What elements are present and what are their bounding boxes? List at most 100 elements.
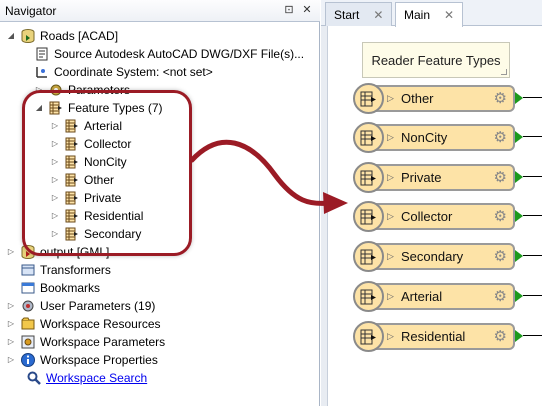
output-port[interactable] <box>515 210 523 222</box>
navigator-pane: Navigator ⊡ ✕ ◢ Roads [ACAD] Source Auto… <box>0 0 320 406</box>
reader-feature-types-bookmark[interactable]: Reader Feature Types <box>362 42 510 78</box>
expander-icon[interactable]: ▷ <box>50 229 60 239</box>
feature-type-body: ▷ Secondary ⚙ <box>375 243 515 270</box>
workspace-resources-icon <box>21 317 35 330</box>
gear-icon[interactable]: ⚙ <box>494 170 507 186</box>
tree-item-workspace-resources[interactable]: ▷ Workspace Resources <box>6 315 161 333</box>
gear-icon[interactable]: ⚙ <box>494 329 507 345</box>
connection-line <box>523 176 542 177</box>
feature-type-collector[interactable]: ▷ Collector ⚙ <box>353 200 542 233</box>
expander-icon[interactable]: ▷ <box>6 301 16 311</box>
resize-grip-icon[interactable] <box>501 69 507 75</box>
feature-type-icon <box>65 227 78 241</box>
tree-item-bookmarks[interactable]: Bookmarks <box>20 279 100 297</box>
close-icon[interactable]: ✕ <box>300 3 314 17</box>
tree-item-source-files[interactable]: Source Autodesk AutoCAD DWG/DXF File(s).… <box>34 45 304 63</box>
dataset-writer-icon <box>21 245 35 260</box>
expander-icon[interactable]: ◢ <box>6 31 16 41</box>
expand-chevron-icon[interactable]: ▷ <box>387 93 394 104</box>
output-port[interactable] <box>515 131 523 143</box>
tree-item-label: Workspace Parameters <box>40 335 166 349</box>
workspace-parameters-icon <box>21 335 35 349</box>
tree-item-feature-residential[interactable]: ▷ Residential <box>50 207 143 225</box>
tree-item-label: Parameters <box>68 83 131 97</box>
feature-type-icon <box>65 173 78 187</box>
expander-icon[interactable]: ▷ <box>50 211 60 221</box>
expand-chevron-icon[interactable]: ▷ <box>387 132 394 143</box>
gear-icon[interactable]: ⚙ <box>494 130 507 146</box>
expander-icon[interactable]: ▷ <box>50 121 60 131</box>
feature-type-icon <box>65 137 78 151</box>
feature-type-noncity[interactable]: ▷ NonCity ⚙ <box>353 121 542 154</box>
output-port[interactable] <box>515 330 523 342</box>
expander-icon[interactable]: ▷ <box>50 175 60 185</box>
feature-type-body: ▷ Residential ⚙ <box>375 323 515 350</box>
coordinate-system-icon <box>36 67 47 78</box>
output-port[interactable] <box>515 171 523 183</box>
expander-icon[interactable]: ▷ <box>6 319 16 329</box>
tree-item-feature-private[interactable]: ▷ Private <box>50 189 121 207</box>
tree-item-feature-secondary[interactable]: ▷ Secondary <box>50 225 141 243</box>
expander-icon[interactable]: ◢ <box>34 103 44 113</box>
feature-type-residential[interactable]: ▷ Residential ⚙ <box>353 320 542 353</box>
tree-item-feature-arterial[interactable]: ▷ Arterial <box>50 117 122 135</box>
connection-line <box>523 335 542 336</box>
workspace-search-label[interactable]: Workspace Search <box>46 371 147 385</box>
expander-icon[interactable]: ▷ <box>6 247 16 257</box>
tree-item-user-parameters[interactable]: ▷ User Parameters (19) <box>6 297 155 315</box>
tree-item-feature-other[interactable]: ▷ Other <box>50 171 114 189</box>
expander-icon[interactable]: ▷ <box>50 193 60 203</box>
expand-chevron-icon[interactable]: ▷ <box>387 211 394 222</box>
tree-item-feature-collector[interactable]: ▷ Collector <box>50 135 131 153</box>
tree-item-output[interactable]: ▷ output [GML] <box>6 243 109 261</box>
feature-type-arterial[interactable]: ▷ Arterial ⚙ <box>353 280 542 313</box>
tree-item-roads[interactable]: ◢ Roads [ACAD] <box>6 27 118 45</box>
expand-chevron-icon[interactable]: ▷ <box>387 291 394 302</box>
navigator-title-bar: Navigator ⊡ ✕ <box>0 0 320 22</box>
workspace-canvas[interactable]: Start ✕ Main ✕ Reader Feature Types ▷ Othe… <box>321 0 542 406</box>
expander-icon[interactable]: ▷ <box>50 139 60 149</box>
feature-type-private[interactable]: ▷ Private ⚙ <box>353 161 542 194</box>
reader-icon <box>353 122 384 153</box>
tree-item-feature-types[interactable]: ◢ Feature Types (7) <box>34 99 163 117</box>
output-port[interactable] <box>515 250 523 262</box>
tree-item-transformers[interactable]: Transformers <box>20 261 111 279</box>
expand-chevron-icon[interactable]: ▷ <box>387 251 394 262</box>
tab-start[interactable]: Start ✕ <box>325 2 393 26</box>
expander-icon[interactable]: ▷ <box>50 157 60 167</box>
source-file-icon <box>36 47 48 61</box>
expand-chevron-icon[interactable]: ▷ <box>387 331 394 342</box>
pin-icon[interactable]: ⊡ <box>282 3 296 17</box>
tree-item-coordinate-system[interactable]: Coordinate System: <not set> <box>34 63 213 81</box>
tree-item-workspace-parameters[interactable]: ▷ Workspace Parameters <box>6 333 165 351</box>
gear-icon[interactable]: ⚙ <box>494 91 507 107</box>
tab-main[interactable]: Main ✕ <box>395 2 464 27</box>
close-tab-icon[interactable]: ✕ <box>444 8 454 22</box>
output-port[interactable] <box>515 290 523 302</box>
close-tab-icon[interactable]: ✕ <box>373 8 383 22</box>
connection-line <box>523 136 542 137</box>
workspace-search-link[interactable]: Workspace Search <box>26 369 147 387</box>
tree-item-label: Arterial <box>84 119 123 133</box>
tree-item-label: Workspace Properties <box>40 353 158 367</box>
tree-item-label: output [GML] <box>40 245 110 259</box>
tree-item-feature-noncity[interactable]: ▷ NonCity <box>50 153 127 171</box>
expand-chevron-icon[interactable]: ▷ <box>387 172 394 183</box>
bookmark-label: Reader Feature Types <box>371 52 501 68</box>
gear-icon[interactable]: ⚙ <box>494 249 507 265</box>
expander-icon[interactable]: ▷ <box>6 337 16 347</box>
feature-type-other[interactable]: ▷ Other ⚙ <box>353 82 542 115</box>
tree-item-label: Other <box>84 173 115 187</box>
expander-icon[interactable]: ▷ <box>34 85 44 95</box>
expander-icon[interactable]: ▷ <box>6 355 16 365</box>
tree-item-label: Roads [ACAD] <box>40 29 119 43</box>
gear-icon[interactable]: ⚙ <box>494 209 507 225</box>
output-port[interactable] <box>515 92 523 104</box>
feature-type-icon <box>65 191 78 205</box>
tree-item-label: Feature Types (7) <box>68 101 163 115</box>
feature-type-name: Arterial <box>401 289 443 304</box>
tree-item-parameters[interactable]: ▷ Parameters <box>34 81 130 99</box>
tree-item-workspace-properties[interactable]: ▷ Workspace Properties <box>6 351 158 369</box>
gear-icon[interactable]: ⚙ <box>494 289 507 305</box>
feature-type-secondary[interactable]: ▷ Secondary ⚙ <box>353 240 542 273</box>
